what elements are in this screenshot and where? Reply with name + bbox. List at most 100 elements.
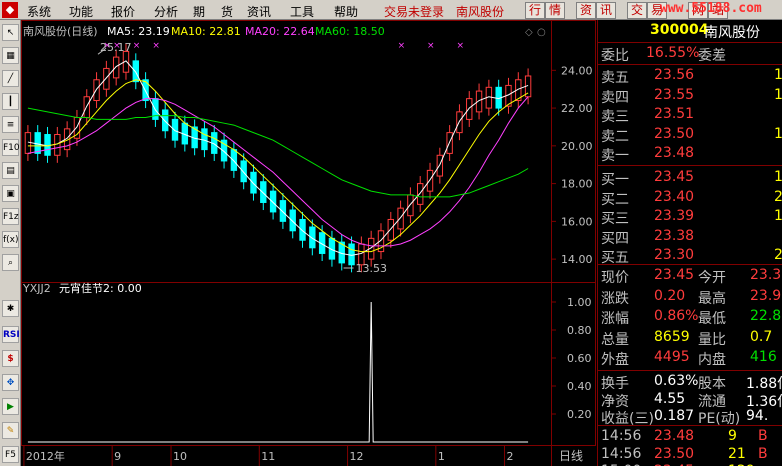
low-price-label: 13.53 — [356, 262, 388, 275]
tool-grid-icon[interactable]: ▦ — [2, 47, 19, 64]
ma60-label: MA60: 18.50 — [315, 25, 385, 38]
price-tick-label: 22.00 — [561, 102, 593, 115]
chart-stock-title: 南风股份(日线) — [23, 24, 98, 38]
candle-body — [103, 67, 110, 90]
tick-price: 23.50 — [654, 445, 695, 462]
btn-news-1[interactable]: 资 — [576, 2, 596, 19]
candlesticks — [24, 43, 532, 273]
candle-body — [466, 98, 473, 120]
bid-price: 23.39 — [654, 208, 695, 224]
ma20-label: MA20: 22.64 — [245, 25, 315, 38]
ask-price: 23.56 — [654, 67, 695, 83]
btn-news-2[interactable]: 讯 — [596, 2, 616, 19]
tool-pencil-icon[interactable]: ✎ — [2, 422, 19, 439]
bid-price: 23.38 — [654, 227, 695, 244]
ma-line-ma10 — [27, 79, 529, 253]
quote-name: 南风股份 — [704, 25, 760, 41]
chart-close-icon[interactable]: ○ — [537, 27, 546, 38]
btn-trade-1[interactable]: 交 — [627, 2, 647, 19]
menu-futures-2[interactable]: 货 — [221, 3, 233, 20]
price-tick-label: 20.00 — [561, 140, 593, 153]
tool-f10-icon[interactable]: F10 — [2, 139, 20, 156]
fund-value: 4.55 — [654, 390, 686, 407]
tool-kline-icon[interactable]: ┃ — [2, 93, 19, 110]
stat-value: 416 — [750, 349, 777, 365]
app-logo-icon: ◆ — [2, 2, 18, 18]
btn-market-2[interactable]: 情 — [545, 2, 565, 19]
site-watermark: www.55188.com — [660, 1, 762, 16]
time-tick-label: 10 — [173, 450, 187, 463]
stat-value: 23.45 — [654, 267, 695, 283]
tool-formula-icon[interactable]: f(x) — [2, 231, 19, 248]
ask-volume: 1 — [774, 86, 782, 103]
candle-body — [132, 60, 139, 83]
candle-body — [24, 132, 32, 154]
candle-body — [201, 128, 208, 151]
tool-dollar-icon[interactable]: $ — [2, 350, 19, 367]
event-marker-icon: × — [152, 41, 160, 51]
menu-tools[interactable]: 工具 — [290, 3, 314, 20]
stat-label: 涨幅 — [601, 311, 629, 327]
indicator-line — [27, 301, 529, 443]
tool-line-icon[interactable]: ╱ — [2, 70, 19, 87]
tool-export-icon[interactable]: ▶ — [2, 398, 19, 415]
tool-f1z-icon[interactable]: F1z — [2, 208, 19, 225]
tool-rsi-icon[interactable]: RSI — [2, 326, 20, 343]
fund-value: 0.187 — [654, 408, 695, 424]
bid-price: 23.30 — [654, 247, 695, 263]
stat-value: 23.3 — [750, 267, 782, 283]
btn-market-1[interactable]: 行 — [525, 2, 545, 19]
indicator-tick-label: 0.80 — [567, 324, 592, 337]
event-markers: × × × × × × × — [103, 41, 464, 51]
bid-volume: 2 — [774, 188, 782, 205]
tick-time: 14:56 — [601, 428, 642, 444]
stat-label: 现价 — [601, 270, 629, 286]
menu-quote[interactable]: 报价 — [111, 3, 135, 20]
ask-level-label: 卖三 — [601, 109, 629, 125]
price-tick-label: 14.00 — [561, 253, 593, 266]
weibi-label: 委比 — [601, 48, 629, 64]
indicator-tick-label: 0.40 — [567, 380, 592, 393]
stat-value: 0.86% — [654, 308, 699, 324]
price-tick-label: 24.00 — [561, 64, 593, 77]
candle-body — [407, 194, 414, 217]
ma5-label: MA5: 23.19 — [107, 25, 170, 38]
weibi-value: 16.55% — [646, 45, 700, 61]
chart-options-icon[interactable]: ◇ — [525, 27, 533, 38]
tick-price: 23.48 — [654, 428, 695, 444]
candle-body — [162, 109, 169, 132]
time-tick-label: 1 — [438, 450, 445, 463]
trade-login-status[interactable]: 交易未登录 — [384, 3, 444, 20]
stock-link[interactable]: 南风股份 — [456, 3, 504, 20]
candle-body — [436, 154, 444, 177]
candle-body — [44, 134, 51, 156]
menu-news[interactable]: 资讯 — [247, 3, 271, 20]
tool-list-icon[interactable]: ≡ — [2, 116, 19, 133]
candle-body — [397, 207, 404, 230]
tool-cursor-icon[interactable]: ↖ — [2, 24, 19, 41]
price-tick-label: 16.00 — [561, 215, 593, 228]
chart-area[interactable]: 南风股份(日线) MA5: 23.19 MA10: 22.81 MA20: 22… — [21, 20, 596, 466]
price-tick-label: 18.00 — [561, 178, 593, 191]
menu-futures-1[interactable]: 期 — [193, 3, 205, 20]
menu-function[interactable]: 功能 — [69, 3, 93, 20]
tool-star-icon[interactable]: ✱ — [2, 300, 19, 317]
tool-f5-icon[interactable]: F5 — [2, 446, 19, 463]
tool-move-icon[interactable]: ✥ — [2, 374, 19, 391]
ask-price: 23.51 — [654, 106, 695, 122]
tool-note-icon[interactable]: ▣ — [2, 185, 19, 202]
candle-body — [387, 218, 394, 241]
tool-search-icon[interactable]: ⌕ — [2, 254, 19, 271]
menu-system[interactable]: 系统 — [27, 3, 51, 20]
ask-level-label: 卖四 — [601, 89, 629, 106]
tool-chart-icon[interactable]: ▤ — [2, 162, 19, 179]
menu-analysis[interactable]: 分析 — [154, 3, 178, 20]
period-label[interactable]: 日线 — [559, 449, 583, 463]
candle-body — [426, 169, 434, 192]
menu-help[interactable]: 帮助 — [334, 3, 358, 20]
bid-level-label: 买一 — [601, 172, 629, 188]
time-tick-label: 11 — [261, 450, 275, 463]
menu-bar: ◆ 系统 功能 报价 分析 期 货 资讯 工具 帮助 交易未登录 南风股份 行 … — [0, 0, 782, 20]
candle-body — [260, 181, 267, 203]
bid-level-label: 买四 — [601, 230, 629, 247]
